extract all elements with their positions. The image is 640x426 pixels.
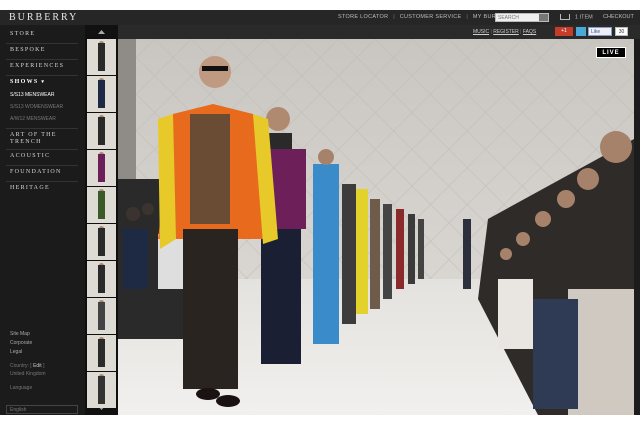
look-thumbnail[interactable] [87, 113, 116, 149]
twitter-icon[interactable] [576, 27, 586, 36]
country-value: United Kingdom [10, 371, 46, 377]
nav-shows-label: SHOWS [10, 79, 39, 85]
subnav-ss13-menswear[interactable]: S/S13 MENSWEAR [10, 92, 54, 98]
top-bar: BURBERRY STORE LOCATOR | CUSTOMER SERVIC… [0, 10, 640, 25]
checkout-link[interactable]: CHECKOUT [603, 14, 634, 20]
thumbnail-figure [98, 80, 105, 108]
nav-heritage[interactable]: HERITAGE [10, 185, 50, 191]
nav-experiences[interactable]: EXPERIENCES [10, 63, 64, 69]
facebook-like-button[interactable]: Like [588, 27, 612, 36]
divider [6, 165, 78, 166]
look-thumbnail[interactable] [87, 150, 116, 186]
thumbnail-figure [98, 191, 105, 219]
country-label: Country: [ [10, 363, 32, 369]
divider [6, 128, 78, 129]
subnav-ss13-womenswear[interactable]: S/S13 WOMENSWEAR [10, 104, 63, 110]
nav-bespoke[interactable]: BESPOKE [10, 47, 46, 53]
sub-links: MUSIC | REGISTER | FAQS [473, 29, 536, 35]
divider [6, 59, 78, 60]
scroll-up-button[interactable] [85, 25, 118, 38]
nav-store[interactable]: STORE [10, 31, 35, 37]
look-thumbnail[interactable] [87, 76, 116, 112]
runway-live-stream[interactable] [118, 39, 634, 415]
faqs-link[interactable]: FAQS [523, 29, 536, 35]
divider [6, 149, 78, 150]
look-thumbnail-strip [85, 25, 118, 415]
live-badge: LIVE [596, 47, 626, 58]
google-plus-button[interactable]: +1 [555, 27, 573, 36]
customer-service-link[interactable]: CUSTOMER SERVICE [400, 14, 462, 20]
divider [6, 75, 78, 76]
cart-count: 1 ITEM [575, 14, 593, 21]
divider [6, 43, 78, 44]
chevron-down-icon: ▾ [41, 80, 46, 85]
divider [6, 181, 78, 182]
separator: | [466, 14, 469, 20]
browser-frame: BURBERRY STORE LOCATOR | CUSTOMER SERVIC… [0, 10, 640, 415]
sidebar: STORE BESPOKE EXPERIENCES SHOWS ▾ S/S13 … [0, 25, 85, 415]
thumbnail-figure [98, 265, 105, 293]
separator: | [490, 29, 492, 35]
thumbnail-figure [98, 43, 105, 71]
subnav-aw12-menswear[interactable]: A/W12 MENSWEAR [10, 116, 56, 122]
runway-photo [118, 39, 634, 415]
search-icon[interactable] [539, 14, 548, 21]
cart-icon [560, 14, 570, 20]
country-bracket: ] [43, 363, 45, 369]
separator: | [520, 29, 522, 35]
thumbnail-figure [98, 154, 105, 182]
nav-foundation[interactable]: FOUNDATION [10, 169, 62, 175]
language-select[interactable]: English [6, 405, 78, 414]
country-selector: Country: [ Edit ] [10, 363, 44, 369]
brand-logo[interactable]: BURBERRY [9, 12, 78, 23]
separator: | [393, 14, 395, 20]
search-box[interactable] [495, 13, 549, 22]
look-thumbnail[interactable] [87, 224, 116, 260]
cart-link[interactable]: 1 ITEM [560, 14, 593, 20]
footer-corporate[interactable]: Corporate [10, 340, 32, 346]
chevron-up-icon [98, 30, 105, 34]
nav-art-of-the-trench[interactable]: ART OF THE TRENCH [10, 132, 70, 146]
nav-acoustic[interactable]: ACOUSTIC [10, 153, 50, 159]
sub-bar: MUSIC | REGISTER | FAQS +1 Like 30 [118, 25, 640, 39]
music-link[interactable]: MUSIC [473, 29, 489, 35]
look-thumbnail[interactable] [87, 335, 116, 371]
footer-legal[interactable]: Legal [10, 349, 22, 355]
thumbnail-figure [98, 302, 105, 330]
facebook-like-label: Like [591, 29, 601, 35]
facebook-like-count: 30 [615, 27, 628, 36]
top-links: STORE LOCATOR | CUSTOMER SERVICE | MY BU… [338, 14, 519, 20]
thumbnail-figure [98, 339, 105, 367]
thumbnail-figure [98, 228, 105, 256]
look-thumbnail[interactable] [87, 187, 116, 223]
language-label: Language [10, 385, 33, 391]
look-thumbnail[interactable] [87, 261, 116, 297]
thumbnail-figure [98, 117, 105, 145]
register-link[interactable]: REGISTER [493, 29, 519, 35]
store-locator-link[interactable]: STORE LOCATOR [338, 14, 388, 20]
thumbnail-figure [98, 376, 105, 404]
look-thumbnail[interactable] [87, 298, 116, 334]
look-thumbnail[interactable] [87, 372, 116, 408]
nav-shows[interactable]: SHOWS ▾ [10, 79, 45, 85]
search-input[interactable] [498, 14, 538, 22]
look-thumbnail[interactable] [87, 39, 116, 75]
country-edit-link[interactable]: Edit [33, 363, 42, 369]
footer-site-map[interactable]: Site Map [10, 331, 30, 337]
